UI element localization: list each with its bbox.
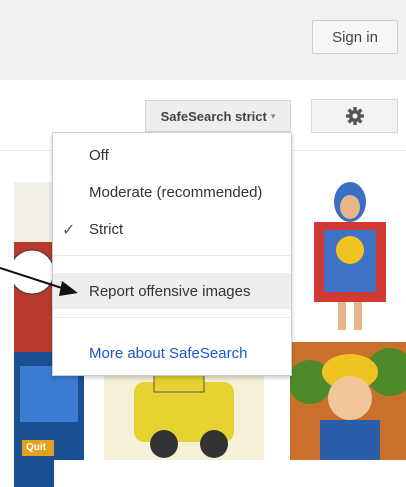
sign-in-button[interactable]: Sign in [312,20,398,54]
image-thumbnail-bob[interactable] [290,342,406,460]
safesearch-button-label: SafeSearch strict [160,108,267,124]
chevron-down-icon: ▾ [270,110,276,121]
safesearch-dropdown-button[interactable]: SafeSearch strict ▾ [145,100,291,132]
menu-item-strict-label: Strict [89,220,124,238]
menu-item-moderate[interactable]: Moderate (recommended) [53,174,291,210]
menu-item-moderate-label: Moderate (recommended) [89,183,263,201]
menu-item-off[interactable]: Off [53,137,291,173]
checkmark-icon: ✓ [62,222,76,239]
menu-item-off-label: Off [89,146,109,164]
settings-button[interactable] [311,99,398,133]
image-thumbnail-poncho[interactable] [300,152,406,332]
menu-divider [53,317,291,318]
gear-icon [345,107,364,125]
menu-divider [53,255,291,256]
menu-item-more-about[interactable]: More about SafeSearch [53,335,291,371]
safesearch-menu: Off Moderate (recommended) ✓ Strict Repo… [52,132,292,376]
report-offensive-label: Report offensive images [89,282,251,300]
menu-item-report-offensive[interactable]: Report offensive images [53,273,291,309]
quit-label: Quit [26,442,46,453]
menu-item-strict[interactable]: ✓ Strict [53,211,291,247]
more-about-safesearch-link: More about SafeSearch [89,344,248,362]
